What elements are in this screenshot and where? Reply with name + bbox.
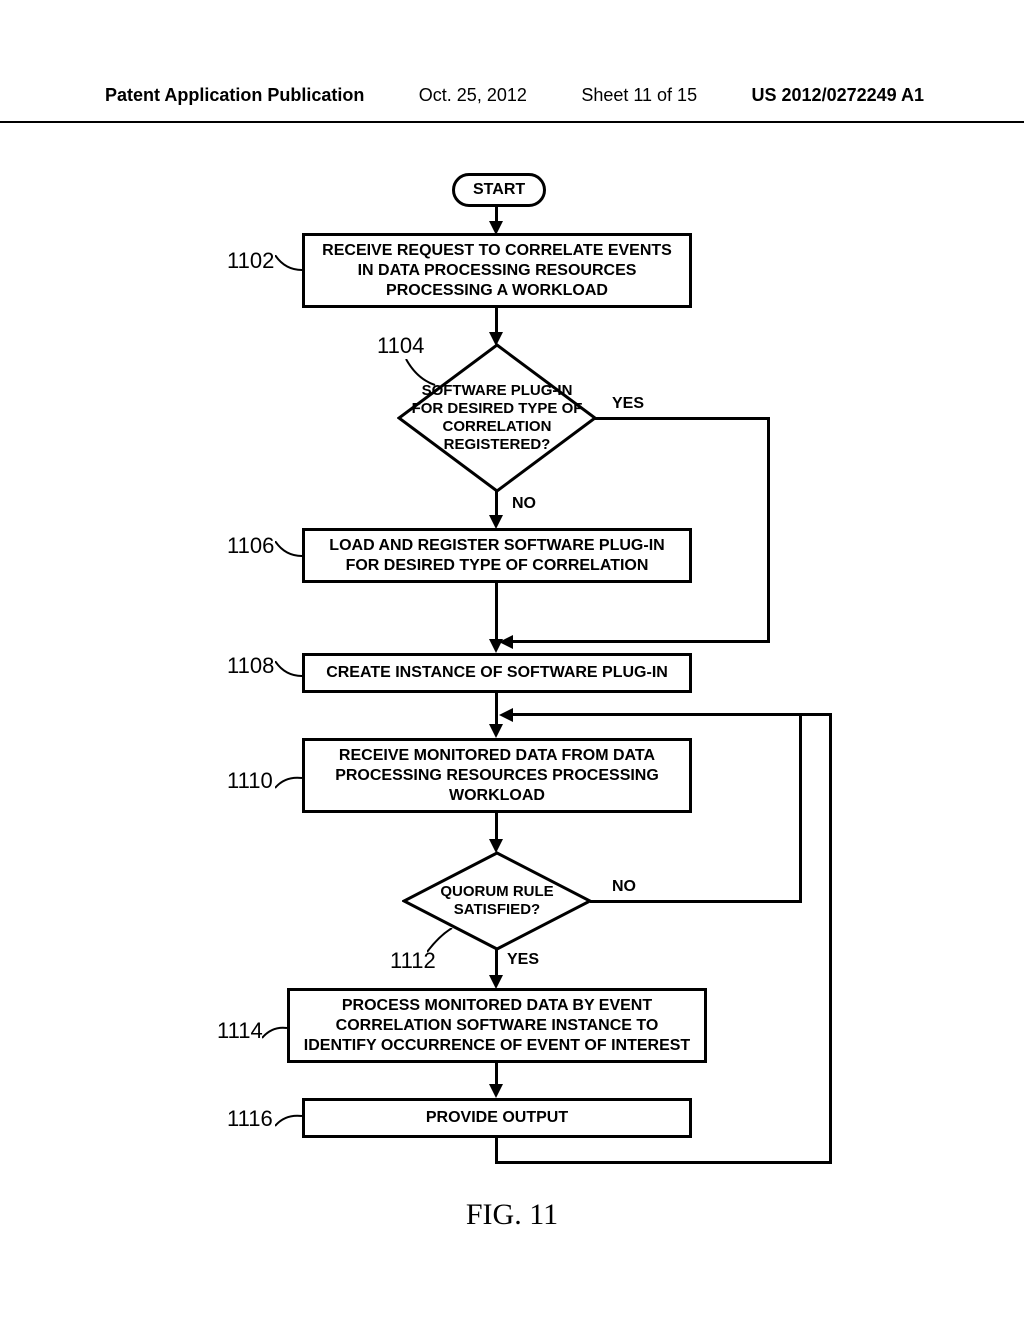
node-1114: PROCESS MONITORED DATA BY EVENT CORRELAT…	[287, 988, 707, 1063]
connector	[495, 1161, 832, 1164]
node-start-label: START	[473, 181, 525, 198]
flowchart: START RECEIVE REQUEST TO CORRELATE EVENT…	[102, 173, 922, 1223]
connector	[802, 713, 832, 716]
leader-line	[427, 928, 457, 953]
node-1106: LOAD AND REGISTER SOFTWARE PLUG-IN FOR D…	[302, 528, 692, 583]
connector	[509, 640, 770, 643]
edge-yes-1112: YES	[507, 951, 539, 969]
ref-1116: 1116	[227, 1106, 273, 1132]
arrowhead-icon	[489, 724, 503, 738]
ref-1114: 1114	[217, 1018, 263, 1044]
connector	[829, 713, 832, 1164]
connector	[799, 713, 802, 903]
ref-1104: 1104	[377, 333, 424, 359]
edge-yes-1104: YES	[612, 395, 644, 413]
node-1110-label: RECEIVE MONITORED DATA FROM DATA PROCESS…	[315, 746, 679, 806]
node-start: START	[452, 173, 546, 207]
arrowhead-icon	[499, 708, 513, 722]
arrowhead-icon	[489, 639, 503, 653]
ref-1110: 1110	[227, 768, 273, 794]
ref-1102: 1102	[227, 248, 274, 274]
connector	[595, 417, 770, 420]
arrowhead-icon	[489, 975, 503, 989]
edge-no-1112: NO	[612, 878, 636, 896]
leader-line	[275, 1114, 305, 1128]
node-1110: RECEIVE MONITORED DATA FROM DATA PROCESS…	[302, 738, 692, 813]
edge-no-1104: NO	[512, 495, 536, 513]
leader-line	[275, 776, 305, 790]
arrowhead-icon	[489, 1084, 503, 1098]
leader-line	[275, 255, 305, 273]
node-1108-label: CREATE INSTANCE OF SOFTWARE PLUG-IN	[326, 663, 668, 683]
node-1108: CREATE INSTANCE OF SOFTWARE PLUG-IN	[302, 653, 692, 693]
node-1102-label: RECEIVE REQUEST TO CORRELATE EVENTS IN D…	[315, 241, 679, 301]
header-sheet: Sheet 11 of 15	[581, 85, 697, 106]
node-1112-label: QUORUM RULE SATISFIED?	[422, 883, 572, 919]
node-1114-label: PROCESS MONITORED DATA BY EVENT CORRELAT…	[300, 996, 694, 1056]
connector	[509, 713, 802, 716]
header-date: Oct. 25, 2012	[419, 85, 527, 106]
connector	[495, 693, 498, 728]
arrowhead-icon	[489, 515, 503, 529]
figure-caption: FIG. 11	[102, 1198, 922, 1232]
connector	[495, 583, 498, 643]
node-1116-label: PROVIDE OUTPUT	[426, 1108, 568, 1128]
node-1116: PROVIDE OUTPUT	[302, 1098, 692, 1138]
connector	[495, 1138, 498, 1163]
ref-1108: 1108	[227, 653, 274, 679]
ref-1106: 1106	[227, 533, 274, 559]
header-docnum: US 2012/0272249 A1	[752, 85, 924, 106]
leader-line	[275, 661, 305, 679]
node-1106-label: LOAD AND REGISTER SOFTWARE PLUG-IN FOR D…	[315, 536, 679, 576]
node-1102: RECEIVE REQUEST TO CORRELATE EVENTS IN D…	[302, 233, 692, 308]
leader-line	[262, 1026, 290, 1040]
header-publication: Patent Application Publication	[105, 85, 364, 106]
leader-line	[275, 541, 305, 559]
node-1104-label: SOFTWARE PLUG-IN FOR DESIRED TYPE OF COR…	[407, 382, 587, 454]
connector	[767, 417, 770, 642]
leader-line	[402, 359, 437, 389]
connector	[590, 900, 802, 903]
